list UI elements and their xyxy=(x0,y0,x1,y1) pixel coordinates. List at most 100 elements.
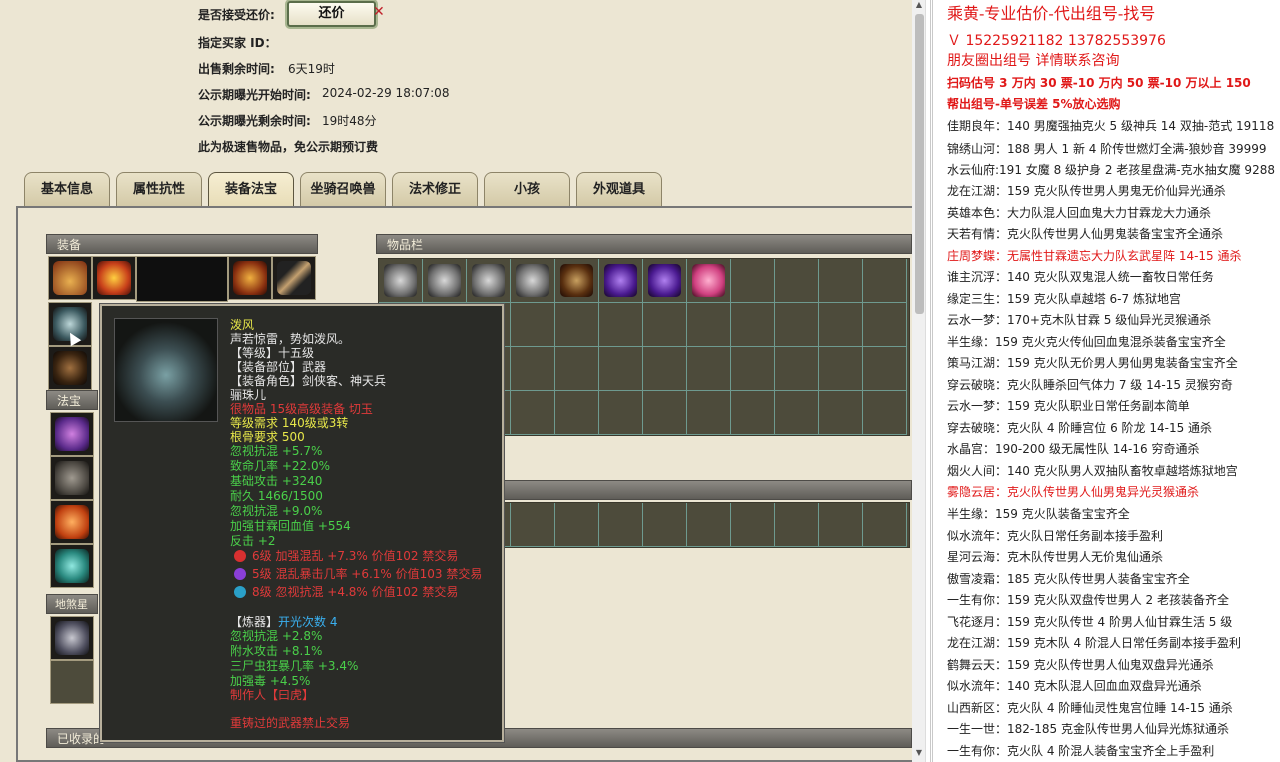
inventory-cell[interactable] xyxy=(599,259,643,303)
inventory-cell[interactable] xyxy=(511,503,555,547)
inventory-cell[interactable] xyxy=(863,503,907,547)
fabao-slot-4[interactable] xyxy=(50,544,94,588)
inventory-cell[interactable] xyxy=(555,259,599,303)
tab-attributes[interactable]: 属性抗性 xyxy=(116,172,202,206)
buyer-row: 指定买家 ID： xyxy=(198,34,277,51)
equip-slot-shoes[interactable] xyxy=(48,346,92,390)
fabao-slot-3[interactable] xyxy=(50,500,94,544)
chat-messages: 乘黄-专业估价-代出组号-找号 Ｖ 15225921182 13782553976… xyxy=(930,0,1278,762)
inventory-cell[interactable] xyxy=(555,303,599,347)
scrollbar[interactable]: ▲ ▼ xyxy=(912,0,926,762)
accept-counter-row: 是否接受还价: xyxy=(198,6,275,23)
disha-slot-1[interactable] xyxy=(50,616,94,660)
item-role: 【装备角色】剑侠客、神天兵 xyxy=(230,374,387,388)
chat-line: 佳期良年：140 男魔强抽克火 5 级神兵 14 双抽-范式 19118 xyxy=(947,119,1275,133)
fabao-slot-2[interactable] xyxy=(50,456,94,500)
inventory-cell[interactable] xyxy=(731,259,775,303)
inventory-cell[interactable] xyxy=(775,503,819,547)
disha-slot-2[interactable] xyxy=(50,660,94,704)
inventory-cell[interactable] xyxy=(511,303,555,347)
inventory-item-icon xyxy=(648,264,681,297)
chat-line: 半生缘：159 克火克火传仙回血鬼混杀装备宝宝齐全 xyxy=(947,335,1226,349)
inventory-cell[interactable] xyxy=(643,347,687,391)
inventory-cell[interactable] xyxy=(555,503,599,547)
inventory-cell[interactable] xyxy=(863,347,907,391)
inventory-cell[interactable] xyxy=(775,347,819,391)
tab-children[interactable]: 小孩 xyxy=(484,172,570,206)
chat-line: 一生有你：克火队 4 阶混人装备宝宝齐全上手盈利 xyxy=(947,744,1215,758)
tab-spell-mods[interactable]: 法术修正 xyxy=(392,172,478,206)
inventory-cell[interactable] xyxy=(731,391,775,435)
inventory-cell[interactable] xyxy=(687,347,731,391)
inventory-cell[interactable] xyxy=(687,503,731,547)
inventory-item-icon xyxy=(428,264,461,297)
inventory-cell[interactable] xyxy=(819,347,863,391)
equip-slot-helmet[interactable] xyxy=(48,256,92,300)
inventory-cell[interactable] xyxy=(731,503,775,547)
scroll-up-icon[interactable]: ▲ xyxy=(912,0,926,12)
inventory-cell[interactable] xyxy=(599,347,643,391)
chat-line: 一生一世：182-185 克金队传世男人仙异光炼狱通杀 xyxy=(947,722,1229,736)
item-name: 泼风 xyxy=(230,318,255,332)
inventory-cell[interactable] xyxy=(423,259,467,303)
chat-line: 云水一梦：170+克木队甘霖 5 级仙异光灵猴通杀 xyxy=(947,313,1212,327)
close-icon[interactable]: ✕ xyxy=(373,4,385,20)
inventory-cell[interactable] xyxy=(643,259,687,303)
inventory-cell[interactable] xyxy=(687,303,731,347)
inventory-cell[interactable] xyxy=(687,259,731,303)
inventory-cell[interactable] xyxy=(775,391,819,435)
inventory-cell[interactable] xyxy=(819,259,863,303)
inventory-cell[interactable] xyxy=(511,347,555,391)
inventory-cell[interactable] xyxy=(775,259,819,303)
buyer-label: 指定买家 ID： xyxy=(198,36,277,50)
inventory-cell[interactable] xyxy=(863,259,907,303)
tab-basic-info[interactable]: 基本信息 xyxy=(24,172,110,206)
inventory-item-icon xyxy=(384,264,417,297)
chat-line: 水晶宫：190-200 级无属性队 14-16 穷奇通杀 xyxy=(947,442,1200,456)
item-maker: 制作人【曰虎】 xyxy=(230,688,315,702)
inventory-cell[interactable] xyxy=(731,303,775,347)
public-remain-value: 19时48分 xyxy=(322,114,377,128)
public-start-value: 2024-02-29 18:07:08 xyxy=(322,86,450,100)
inventory-cell[interactable] xyxy=(555,347,599,391)
tab-mounts-pets[interactable]: 坐骑召唤兽 xyxy=(300,172,386,206)
tab-appearance[interactable]: 外观道具 xyxy=(576,172,662,206)
equip-slot-necklace[interactable] xyxy=(92,256,136,300)
inventory-cell[interactable] xyxy=(599,391,643,435)
item-part: 【装备部位】武器 xyxy=(230,360,327,374)
inventory-cell[interactable] xyxy=(511,259,555,303)
inventory-cell[interactable] xyxy=(643,503,687,547)
inventory-cell[interactable] xyxy=(863,391,907,435)
item-desc: 声若惊雷，势如泼风。 xyxy=(230,332,351,346)
inventory-cell[interactable] xyxy=(731,347,775,391)
inventory-cell[interactable] xyxy=(599,303,643,347)
chat-line: 鹤舞云天：159 克火队传世男人仙鬼双盘异光通杀 xyxy=(947,658,1214,672)
item-quality: 很物品 15级高级装备 切玉 xyxy=(230,402,373,416)
inventory-cell[interactable] xyxy=(643,391,687,435)
inventory-cell[interactable] xyxy=(687,391,731,435)
counter-offer-button[interactable]: 还价 xyxy=(287,1,376,27)
inventory-cell[interactable] xyxy=(511,391,555,435)
inventory-cell[interactable] xyxy=(819,391,863,435)
tab-equipment[interactable]: 装备法宝 xyxy=(208,172,294,208)
equip-slot-armor[interactable] xyxy=(228,256,272,300)
inventory-cell[interactable] xyxy=(467,259,511,303)
equip-slot-belt[interactable] xyxy=(272,256,316,300)
fabao-slot-1[interactable] xyxy=(50,412,94,456)
inventory-cell[interactable] xyxy=(599,503,643,547)
attr-line: 忽视抗混 +9.0% xyxy=(230,504,323,518)
inventory-cell[interactable] xyxy=(555,391,599,435)
chat-line: 傲雪凌霜：185 克火队传世男人装备宝宝齐全 xyxy=(947,572,1190,586)
inventory-cell[interactable] xyxy=(379,259,423,303)
inventory-cell[interactable] xyxy=(775,303,819,347)
chat-line: Ｖ 15225921182 13782553976 xyxy=(947,33,1166,49)
tab-bar: 基本信息 属性抗性 装备法宝 坐骑召唤兽 法术修正 小孩 外观道具 xyxy=(24,172,904,208)
bag-section-header: 物品栏 xyxy=(376,234,912,254)
inventory-cell[interactable] xyxy=(819,303,863,347)
inventory-cell[interactable] xyxy=(643,303,687,347)
inventory-cell[interactable] xyxy=(819,503,863,547)
chat-line: 山西新区：克火队 4 阶睡仙灵性鬼宫位睡 14-15 通杀 xyxy=(947,701,1233,715)
inventory-cell[interactable] xyxy=(863,303,907,347)
scroll-thumb[interactable] xyxy=(915,14,924,314)
scroll-down-icon[interactable]: ▼ xyxy=(912,748,926,760)
